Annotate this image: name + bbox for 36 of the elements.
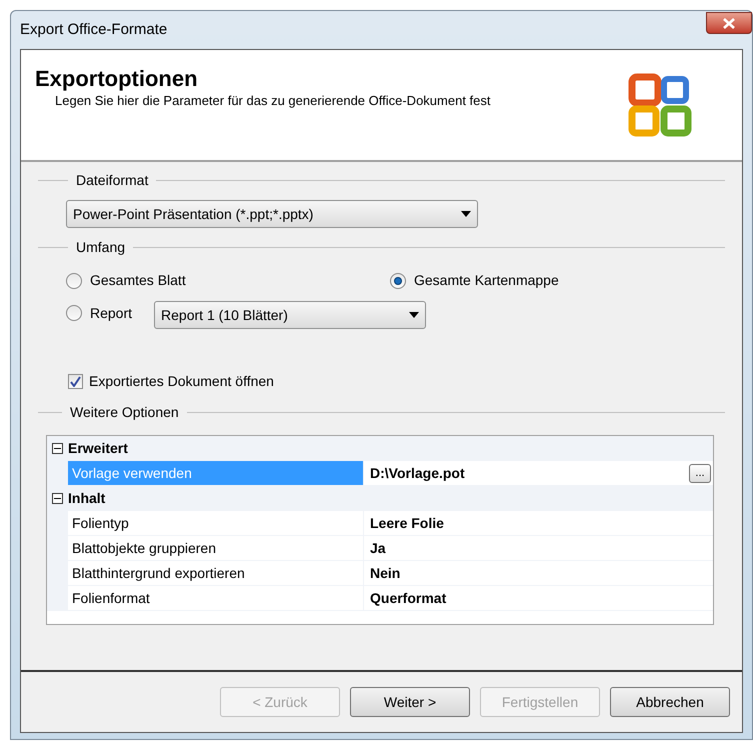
dialog-button[interactable]: Abbrechen: [610, 687, 730, 717]
group-label: Weitere Optionen: [70, 403, 179, 422]
close-icon: [723, 18, 735, 28]
window-title: Export Office-Formate: [20, 20, 168, 40]
checkbox-label: Exportiertes Dokument öffnen: [89, 372, 274, 391]
caret-icon: [409, 312, 420, 318]
caret-icon: [461, 211, 471, 217]
property-value: Querformat: [370, 588, 446, 608]
checkbox[interactable]: [68, 374, 83, 389]
radio-label: Gesamtes Blatt: [90, 271, 186, 290]
category-label: Inhalt: [68, 489, 106, 508]
property-name[interactable]: Folienformat: [68, 586, 363, 611]
radio-button[interactable]: [66, 305, 82, 321]
property-name[interactable]: Folientyp: [68, 511, 363, 536]
radio-label: Gesamte Kartenmappe: [414, 271, 559, 290]
property-value: Leere Folie: [370, 514, 444, 532]
category-label: Erweitert: [68, 439, 128, 458]
radio-button[interactable]: [66, 272, 82, 288]
property-name[interactable]: Blatthintergrund exportieren: [68, 561, 363, 586]
close-button[interactable]: [706, 12, 752, 34]
radio-button[interactable]: [390, 272, 406, 288]
file-format-dropdown[interactable]: Power-Point Präsentation (*.ppt;*.pptx): [66, 200, 478, 228]
page-title: Exportoptionen: [35, 65, 199, 92]
property-value: Ja: [370, 538, 386, 558]
dialog-button[interactable]: Weiter >: [350, 687, 470, 717]
property-value: Nein: [370, 564, 400, 582]
report-dropdown[interactable]: Report 1 (10 Blätter): [154, 301, 426, 329]
group-label: Umfang: [76, 238, 126, 257]
radio-label: Report: [90, 304, 132, 323]
browse-button[interactable]: ...: [689, 464, 711, 482]
collapse-icon[interactable]: [52, 443, 63, 454]
collapse-icon[interactable]: [52, 493, 63, 504]
page-description: Legen Sie hier die Parameter für das zu generierende Office-Dokument fest: [55, 92, 492, 108]
group-label: Dateiformat: [76, 171, 148, 190]
property-value: D:\Vorlage.pot: [370, 464, 465, 483]
property-name[interactable]: Blattobjekte gruppieren: [68, 536, 363, 561]
